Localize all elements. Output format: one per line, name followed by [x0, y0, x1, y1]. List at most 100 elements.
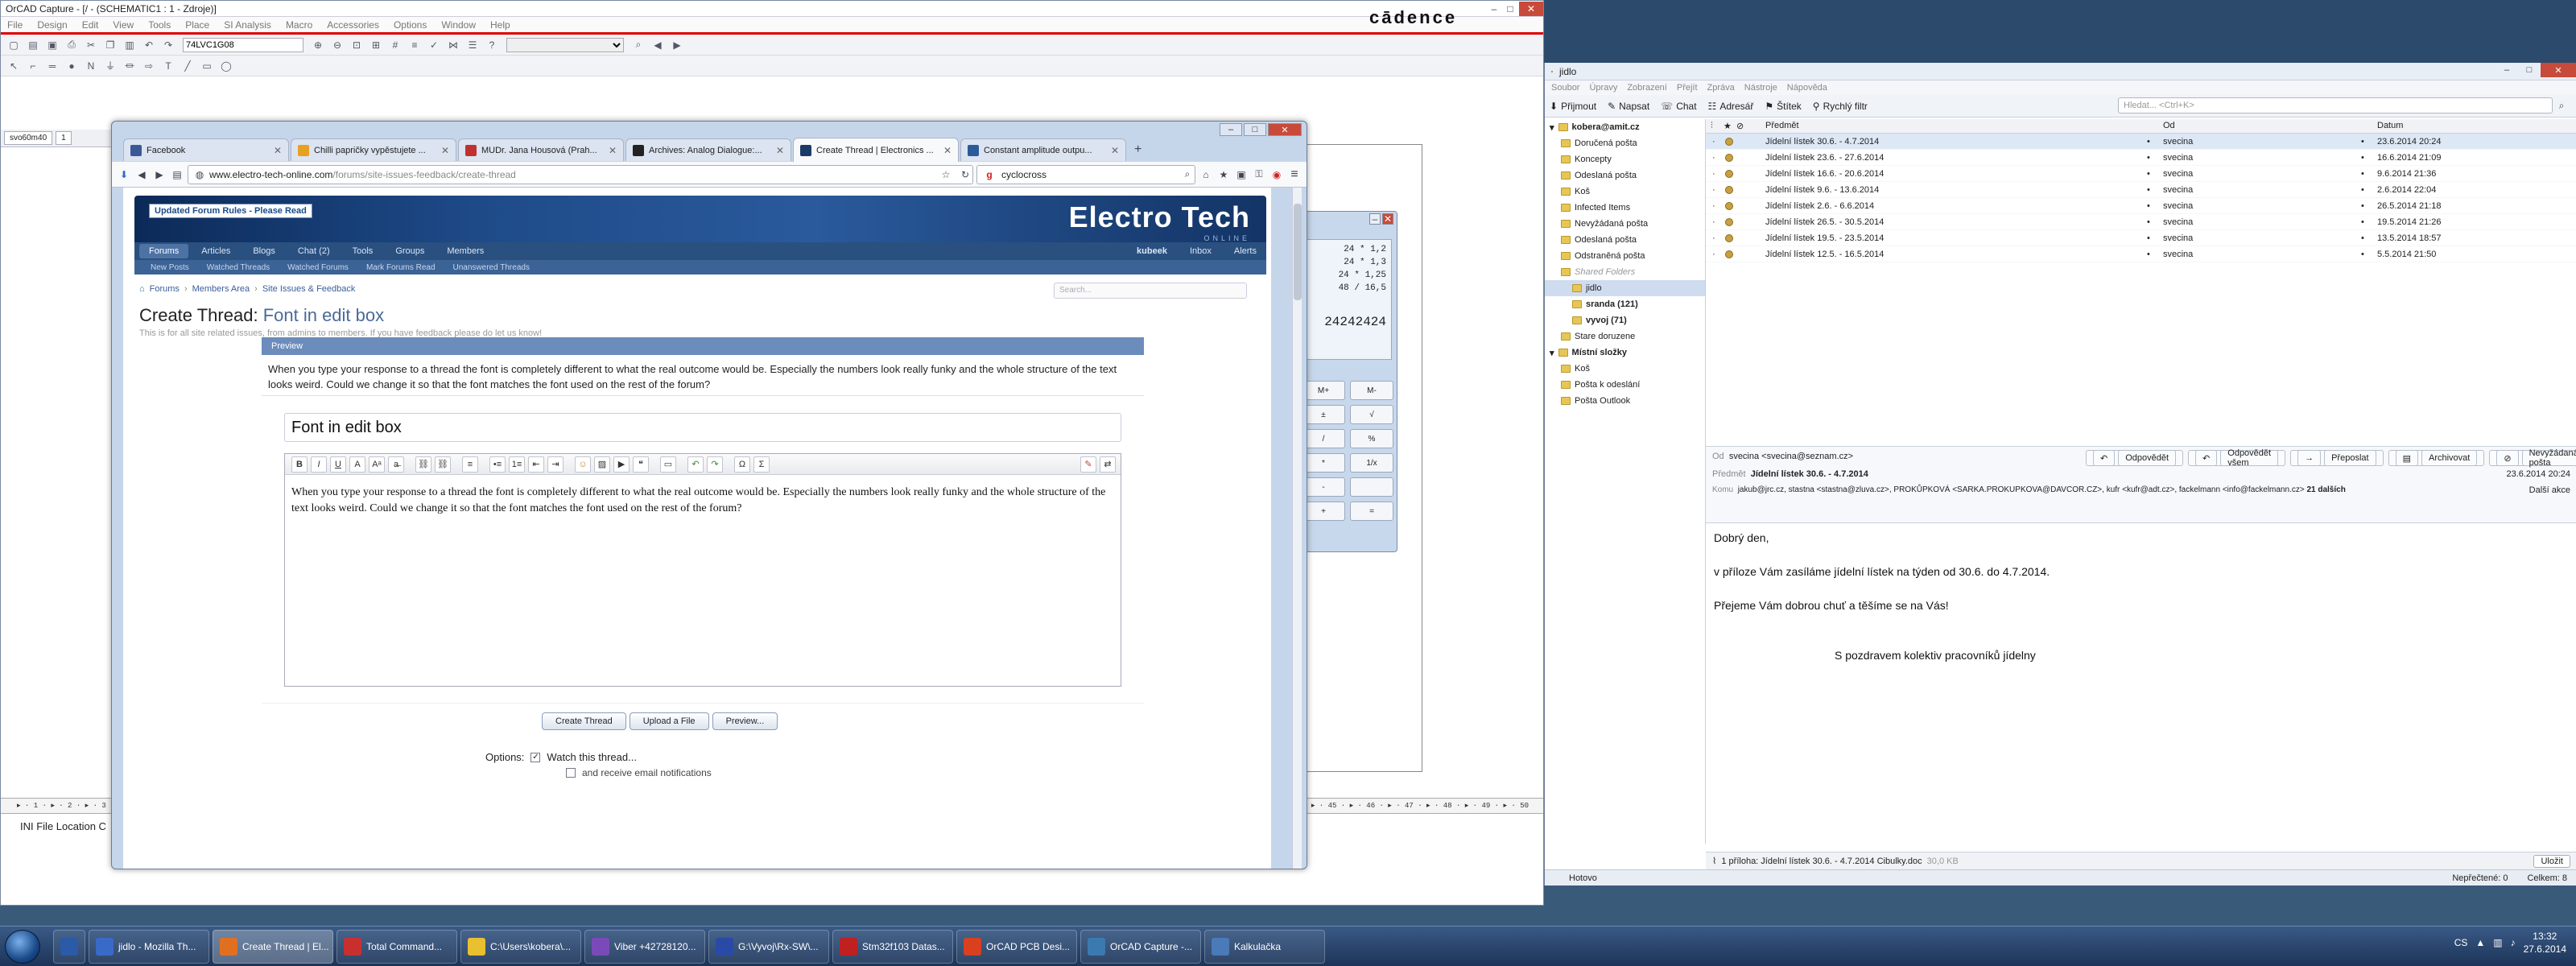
- lock-icon[interactable]: ⚿: [1252, 167, 1266, 182]
- forum-rules-notice[interactable]: Updated Forum Rules - Please Read: [149, 204, 312, 218]
- calc-key[interactable]: M-: [1350, 381, 1393, 400]
- calc-key[interactable]: √: [1350, 405, 1393, 424]
- browser-tab[interactable]: Facebook ✕: [123, 138, 289, 161]
- netlist-icon[interactable]: ⋈: [444, 36, 462, 54]
- minimize-icon[interactable]: –: [2496, 63, 2518, 77]
- taskbar-button[interactable]: Stm32f103 Datas...: [832, 930, 953, 964]
- message-row[interactable]: · Jídelní lístek 23.6. - 27.6.2014 • svecin…: [1706, 150, 2576, 166]
- site-logo[interactable]: Electro Tech ONLINE: [1069, 200, 1250, 242]
- thread-col-icon[interactable]: ⫶: [1711, 121, 1713, 131]
- preview-button[interactable]: Preview...: [712, 712, 778, 730]
- calc-key[interactable]: [1350, 477, 1393, 497]
- calc-key[interactable]: /: [1302, 429, 1345, 448]
- tray-chevron-icon[interactable]: ▲: [2475, 937, 2485, 948]
- minimize-icon[interactable]: –: [1487, 2, 1501, 16]
- browser-tab[interactable]: Chilli papričky vypěstujete ... ✕: [291, 138, 456, 161]
- start-button[interactable]: [5, 930, 40, 964]
- subnav-link[interactable]: Unanswered Threads: [447, 263, 536, 272]
- taskbar-button[interactable]: OrCAD Capture -...: [1080, 930, 1201, 964]
- close-tab-icon[interactable]: ✕: [274, 145, 282, 156]
- message-row[interactable]: · Jídelní lístek 19.5. - 23.5.2014 • svecin…: [1706, 230, 2576, 246]
- folder-item[interactable]: Koncepty: [1545, 151, 1705, 167]
- page-info-icon[interactable]: ▤: [170, 167, 184, 182]
- calc-key[interactable]: 1/x: [1350, 453, 1393, 473]
- calc-key[interactable]: =: [1350, 502, 1393, 521]
- breadcrumb-link[interactable]: Site Issues & Feedback: [262, 284, 356, 294]
- new-tab-icon[interactable]: +: [1128, 142, 1148, 157]
- to-value[interactable]: jakub@jrc.cz, stastna <stastna@zluva.cz>…: [1738, 485, 2305, 494]
- menu-item[interactable]: Place: [184, 19, 211, 31]
- menu-item[interactable]: View: [111, 19, 135, 31]
- nav-tab[interactable]: Chat (2): [288, 244, 340, 258]
- indent-icon[interactable]: ⇥: [547, 456, 564, 473]
- menu-item[interactable]: Úpravy: [1589, 83, 1617, 93]
- browser-tab[interactable]: Constant amplitude outpu... ✕: [960, 138, 1126, 161]
- subnav-link[interactable]: Watched Threads: [200, 263, 276, 272]
- link-icon[interactable]: ⛓: [415, 456, 431, 473]
- new-icon[interactable]: ▢: [5, 36, 23, 54]
- drc-icon[interactable]: ✓: [425, 36, 443, 54]
- header-action-button[interactable]: ↶ Odpovědět: [2086, 450, 2184, 466]
- bold-icon[interactable]: B: [291, 456, 308, 473]
- more-actions-button[interactable]: Další akce: [2529, 485, 2570, 495]
- image-icon[interactable]: ▨: [594, 456, 610, 473]
- folder-item[interactable]: Pošta k odeslání: [1545, 377, 1705, 393]
- from-value[interactable]: svecina <svecina@seznam.cz>: [1729, 452, 1853, 461]
- search-box[interactable]: g cyclocross ⌕: [976, 164, 1195, 184]
- menu-item[interactable]: Help: [489, 19, 512, 31]
- italic-icon[interactable]: I: [311, 456, 327, 473]
- zoom-out-icon[interactable]: ⊖: [328, 36, 346, 54]
- menu-item[interactable]: Přejít: [1677, 83, 1698, 93]
- subnav-link[interactable]: New Posts: [144, 263, 196, 272]
- print-icon[interactable]: ⎙: [63, 36, 80, 54]
- menu-item[interactable]: Soubor: [1551, 83, 1579, 93]
- user-nav-link[interactable]: Inbox: [1180, 244, 1221, 258]
- net-alias-icon[interactable]: N: [82, 57, 100, 75]
- text-icon[interactable]: T: [159, 57, 177, 75]
- open-icon[interactable]: ▤: [24, 36, 42, 54]
- bus-icon[interactable]: ═: [43, 57, 61, 75]
- undo-icon[interactable]: ↶: [687, 456, 704, 473]
- help-icon[interactable]: ?: [483, 36, 501, 54]
- quick-filter-button[interactable]: ⚲ Rychlý filtr: [1813, 101, 1868, 112]
- address-book-button[interactable]: ☷ Adresář: [1708, 101, 1754, 112]
- menu-item[interactable]: Edit: [80, 19, 101, 31]
- folder-item[interactable]: Odeslaná pošta: [1545, 167, 1705, 184]
- user-nav-link[interactable]: Alerts: [1224, 244, 1266, 258]
- download-icon[interactable]: ⬇: [117, 167, 131, 182]
- maximize-icon[interactable]: □: [1244, 123, 1266, 136]
- write-button[interactable]: ✎ Napsat: [1608, 101, 1649, 112]
- upload-file-button[interactable]: Upload a File: [629, 712, 709, 730]
- home-icon[interactable]: ⌂: [1199, 167, 1213, 182]
- message-row[interactable]: · Jídelní lístek 9.6. - 13.6.2014 • svecina…: [1706, 182, 2576, 198]
- taskbar-button[interactable]: G:\Vyvoj\Rx-SW\...: [708, 930, 829, 964]
- menu-item[interactable]: Options: [392, 19, 428, 31]
- folder-item[interactable]: ▾ Místní složky: [1545, 345, 1705, 361]
- close-tab-icon[interactable]: ✕: [441, 145, 449, 156]
- bookmarks-icon[interactable]: ★: [1216, 167, 1231, 182]
- url-bar[interactable]: ◍ www.electro-tech-online.com/forums/sit…: [188, 164, 973, 184]
- taskbar-button[interactable]: Total Command...: [336, 930, 457, 964]
- attach-col-icon[interactable]: ⊘: [1736, 121, 1744, 131]
- create-thread-button[interactable]: Create Thread: [542, 712, 626, 730]
- save-attachment-button[interactable]: Uložit: [2533, 854, 2570, 868]
- bookmark-star-icon[interactable]: ☆: [939, 167, 953, 182]
- calc-key[interactable]: -: [1302, 477, 1345, 497]
- message-row[interactable]: · Jídelní lístek 26.5. - 30.5.2014 • svecin…: [1706, 214, 2576, 230]
- folder-item[interactable]: Doručená pošta: [1545, 135, 1705, 151]
- col-date[interactable]: Datum: [2377, 121, 2403, 130]
- more-icon[interactable]: Σ: [753, 456, 770, 473]
- taskbar-button[interactable]: OrCAD PCB Desi...: [956, 930, 1077, 964]
- menu-item[interactable]: Window: [440, 19, 477, 31]
- menu-item[interactable]: SI Analysis: [222, 19, 273, 31]
- minimize-icon[interactable]: –: [1220, 123, 1242, 136]
- copy-icon[interactable]: ❐: [101, 36, 119, 54]
- thread-title-input[interactable]: Font in edit box: [284, 413, 1121, 442]
- clear-format-icon[interactable]: a̶: [388, 456, 404, 473]
- bbcode-toggle-icon[interactable]: ⇄: [1100, 456, 1116, 473]
- page-tab[interactable]: 1: [56, 131, 72, 145]
- taskbar-button[interactable]: jidlo - Mozilla Th...: [89, 930, 209, 964]
- menu-item[interactable]: Zobrazení: [1627, 83, 1667, 93]
- rectangle-icon[interactable]: ▭: [198, 57, 216, 75]
- calc-key[interactable]: +: [1302, 502, 1345, 521]
